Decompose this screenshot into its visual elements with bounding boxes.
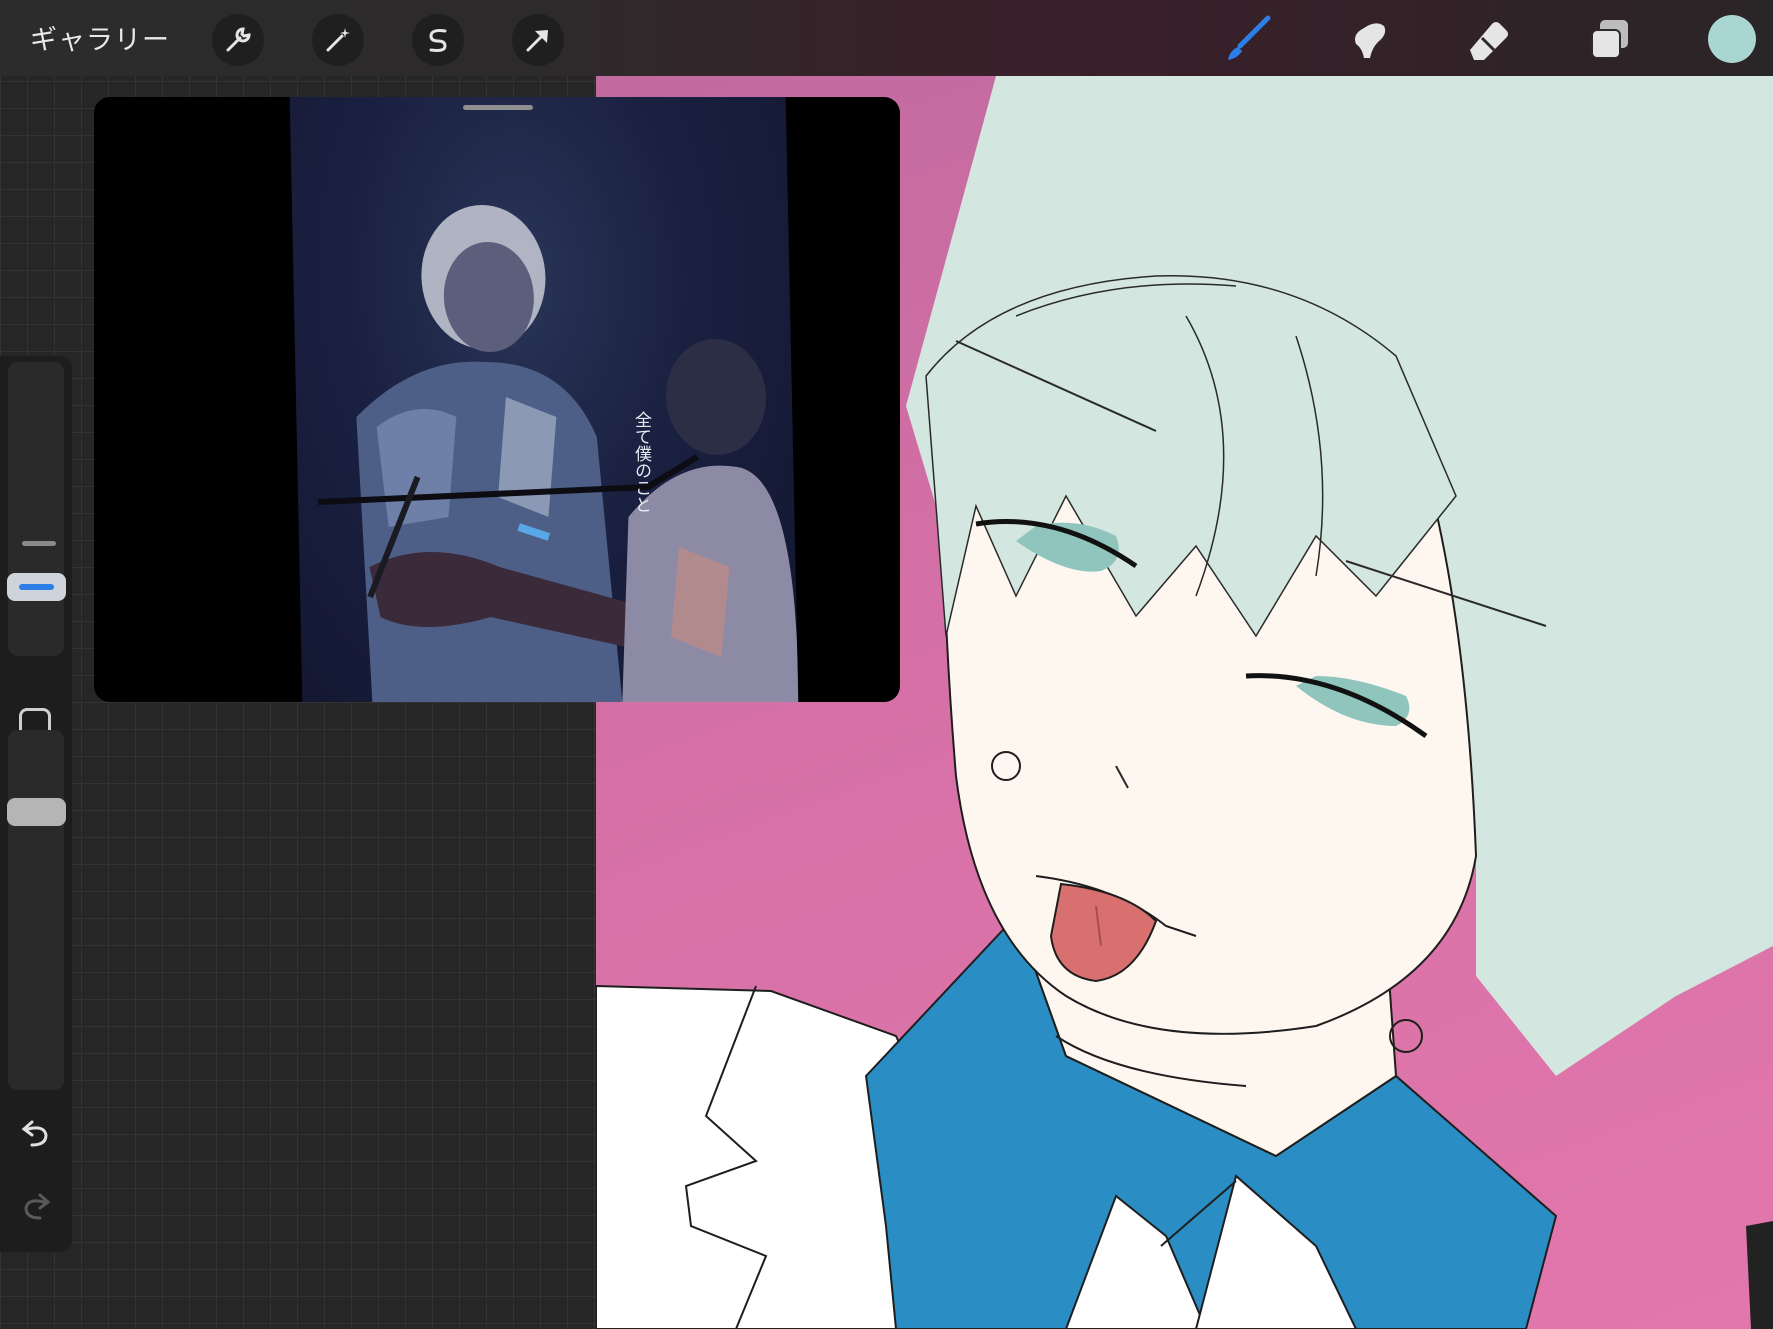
reference-caption: 全て僕のこと xyxy=(631,411,651,513)
reference-photo xyxy=(317,205,799,702)
reference-window[interactable]: 全て僕のこと xyxy=(94,97,900,702)
slider-tick xyxy=(22,541,56,546)
transform-arrow-icon[interactable] xyxy=(512,14,564,66)
opacity-slider[interactable] xyxy=(8,730,64,1090)
gallery-button[interactable]: ギャラリー xyxy=(30,18,170,57)
selection-s-icon[interactable] xyxy=(412,14,464,66)
smudge-icon[interactable] xyxy=(1340,12,1396,68)
reference-drag-handle[interactable] xyxy=(463,105,533,110)
top-toolbar: ギャラリー xyxy=(0,0,1773,76)
brush-size-slider[interactable] xyxy=(8,362,64,656)
brush-size-indicator xyxy=(19,584,54,590)
actions-wrench-icon[interactable] xyxy=(212,14,264,66)
brush-icon[interactable] xyxy=(1220,12,1276,68)
color-picker-swatch[interactable] xyxy=(1708,15,1756,63)
undo-icon[interactable] xyxy=(18,1117,54,1153)
opacity-thumb[interactable] xyxy=(7,798,66,826)
brush-size-thumb[interactable] xyxy=(7,573,66,601)
reference-video-frame xyxy=(289,97,799,702)
adjustments-wand-icon[interactable] xyxy=(312,14,364,66)
eraser-icon[interactable] xyxy=(1460,12,1516,68)
redo-icon[interactable] xyxy=(18,1190,54,1226)
layers-icon[interactable] xyxy=(1582,12,1638,68)
